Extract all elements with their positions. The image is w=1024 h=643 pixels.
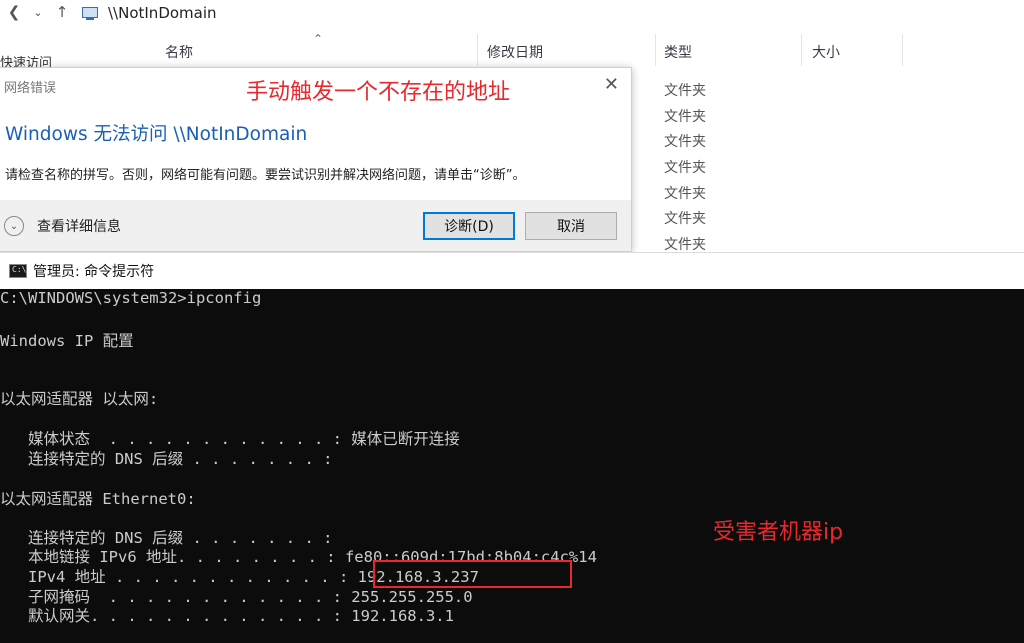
column-divider[interactable] <box>801 34 802 66</box>
annotation-victim-ip: 受害者机器ip <box>713 520 844 545</box>
column-type[interactable]: 类型 <box>664 42 692 62</box>
diagnose-button[interactable]: 诊断(D) <box>423 212 515 240</box>
dialog-title: 网络错误 <box>4 81 57 96</box>
console-line: 默认网关. . . . . . . . . . . . . : 192.168.… <box>0 607 454 625</box>
details-label: 查看详细信息 <box>37 219 121 235</box>
command-prompt-window: C:\ 管理员: 命令提示符 C:\WINDOWS\system32>ipcon… <box>0 252 1024 643</box>
cmd-titlebar[interactable]: C:\ 管理员: 命令提示符 <box>0 252 1024 289</box>
console-icon: C:\ <box>9 264 27 278</box>
column-divider[interactable] <box>902 34 903 66</box>
list-item[interactable]: 文件夹 <box>664 183 706 209</box>
cmd-output[interactable]: C:\WINDOWS\system32>ipconfig Windows IP … <box>0 288 1024 643</box>
column-name[interactable]: 名称 <box>165 42 193 62</box>
list-item[interactable]: 文件夹 <box>664 234 706 252</box>
file-type-list: 文件夹 文件夹 文件夹 文件夹 文件夹 文件夹 文件夹 <box>664 80 706 252</box>
file-explorer-window: ❮ ⌄ ↑ \\NotInDomain 快速访问 ⌃ 名称 修改日期 类型 大小… <box>0 0 1024 252</box>
address-path: \\NotInDomain <box>108 4 217 22</box>
dialog-heading: Windows 无法访问 \\NotInDomain <box>5 124 308 145</box>
ipv4-highlight-box <box>373 560 572 588</box>
console-line: 以太网适配器 Ethernet0: <box>0 490 196 508</box>
list-item[interactable]: 文件夹 <box>664 157 706 183</box>
list-item[interactable]: 文件夹 <box>664 106 706 132</box>
dialog-message: 请检查名称的拼写。否则，网络可能有问题。要尝试识别并解决网络问题，请单击“诊断”… <box>5 168 526 183</box>
list-item[interactable]: 文件夹 <box>664 131 706 157</box>
sort-up-icon: ⌃ <box>313 32 324 46</box>
cmd-title: 管理员: 命令提示符 <box>33 264 155 280</box>
dialog-footer: ⌄ 查看详细信息 诊断(D) 取消 <box>0 200 631 251</box>
console-line: 以太网适配器 以太网: <box>0 390 159 408</box>
list-item[interactable]: 文件夹 <box>664 208 706 234</box>
column-divider[interactable] <box>477 34 478 66</box>
console-line: Windows IP 配置 <box>0 332 134 350</box>
details-toggle[interactable]: ⌄ 查看详细信息 <box>4 216 121 236</box>
column-headers: ⌃ 名称 修改日期 类型 大小 <box>0 32 1024 66</box>
console-line: 媒体状态 . . . . . . . . . . . . : 媒体已断开连接 <box>0 430 460 448</box>
close-icon[interactable]: ✕ <box>604 74 619 95</box>
column-modified[interactable]: 修改日期 <box>487 42 543 62</box>
list-item[interactable]: 文件夹 <box>664 80 706 106</box>
chevron-down-icon: ⌄ <box>4 216 24 236</box>
back-arrow-icon[interactable]: ❮ <box>2 0 26 24</box>
console-line: C:\WINDOWS\system32>ipconfig <box>0 289 262 307</box>
console-line: 连接特定的 DNS 后缀 . . . . . . . : <box>0 450 333 468</box>
address-bar[interactable]: \\NotInDomain <box>82 2 217 24</box>
column-size[interactable]: 大小 <box>812 42 840 62</box>
chevron-down-icon[interactable]: ⌄ <box>26 0 50 24</box>
annotation-top: 手动触发一个不存在的地址 <box>246 80 511 105</box>
network-computer-icon <box>82 7 98 20</box>
column-divider[interactable] <box>655 34 656 66</box>
cancel-button[interactable]: 取消 <box>525 212 617 240</box>
up-arrow-icon[interactable]: ↑ <box>50 0 74 24</box>
